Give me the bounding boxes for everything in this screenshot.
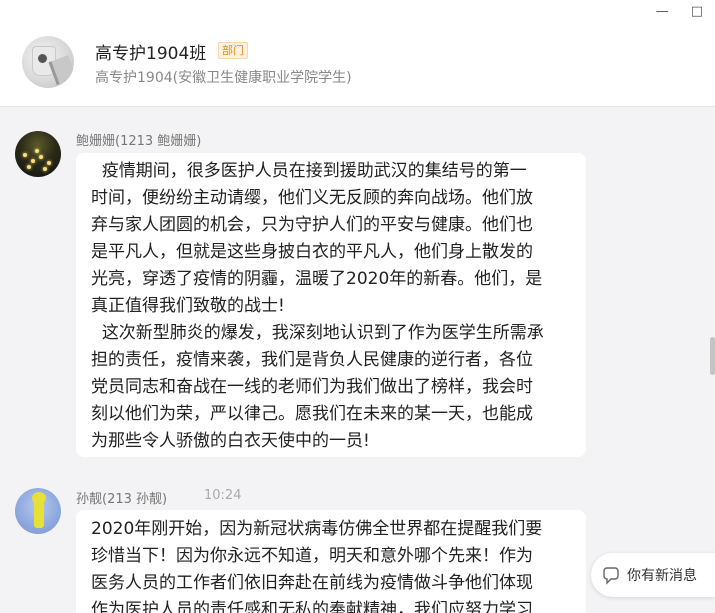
avatar[interactable]: [15, 488, 61, 534]
figure-icon: [34, 498, 44, 528]
department-badge: 部门: [218, 42, 248, 59]
light-icon: [31, 159, 35, 163]
chat-window: — □ 高专护1904班 部门 高专护1904(安徽卫生健康职业学院学生) 鲍姗…: [0, 0, 715, 613]
group-name[interactable]: 高专护1904班: [95, 39, 206, 64]
window-title-bar: — □: [0, 0, 715, 24]
scrollbar[interactable]: [710, 337, 715, 375]
new-message-toast[interactable]: 你有新消息: [591, 553, 715, 597]
sender-name[interactable]: 鲍姗姗(1213 鲍姗姗): [76, 130, 201, 149]
dot-icon: [38, 54, 47, 63]
paper-icon: [48, 55, 74, 85]
group-avatar[interactable]: [22, 36, 74, 88]
maximize-button[interactable]: □: [691, 5, 703, 19]
avatar[interactable]: [15, 131, 61, 177]
toast-label: 你有新消息: [627, 568, 697, 584]
sender-name[interactable]: 孙靓(213 孙靓): [76, 488, 167, 507]
light-icon: [43, 167, 47, 171]
light-icon: [23, 153, 27, 157]
bubble-icon: [603, 567, 619, 585]
group-header: 高专护1904班 部门 高专护1904(安徽卫生健康职业学院学生): [0, 24, 715, 107]
light-icon: [39, 155, 43, 159]
light-icon: [47, 161, 51, 165]
message-bubble[interactable]: 2020年刚开始，因为新冠状病毒仿佛全世界都在提醒我们要 珍惜当下！因为你永远不…: [76, 510, 586, 613]
minimize-button[interactable]: —: [656, 5, 669, 19]
group-subtitle: 高专护1904(安徽卫生健康职业学院学生): [95, 70, 352, 86]
light-icon: [35, 149, 39, 153]
window-controls: — □: [656, 0, 703, 24]
message-time: 10:24: [204, 488, 242, 503]
light-icon: [27, 165, 31, 169]
message-bubble[interactable]: 疫情期间，很多医护人员在接到援助武汉的集结号的第一 时间，便纷纷主动请缨，他们义…: [76, 153, 586, 457]
